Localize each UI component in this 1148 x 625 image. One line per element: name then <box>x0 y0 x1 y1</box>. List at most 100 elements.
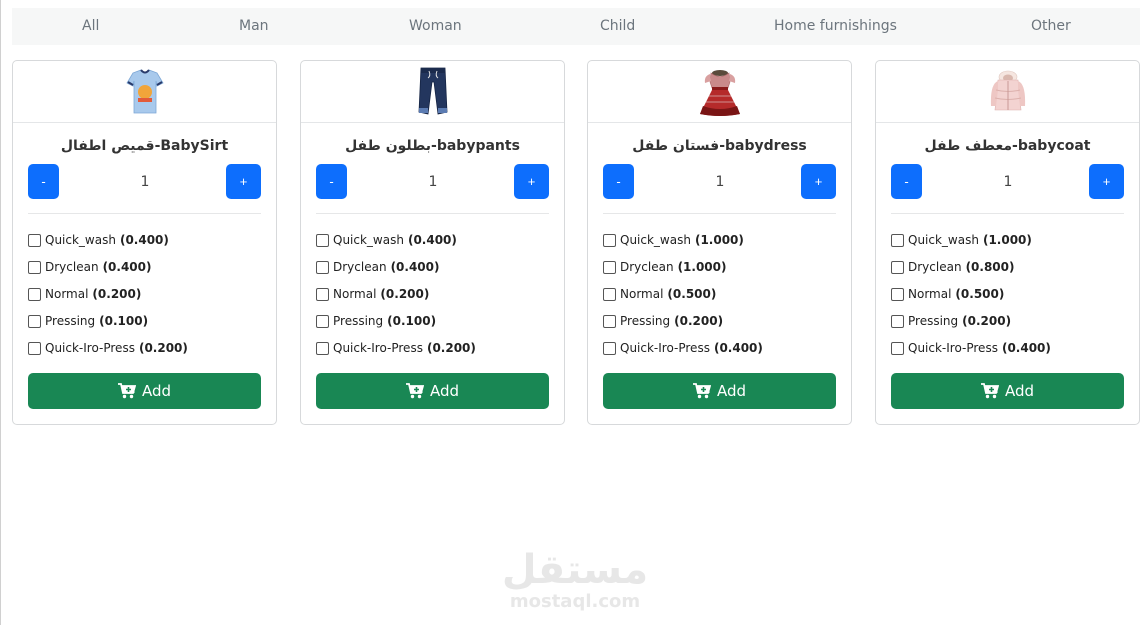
service-option-pressing[interactable]: Pressing (0.200) <box>891 314 1011 328</box>
service-option-quick-wash[interactable]: Quick_wash (1.000) <box>891 233 1032 247</box>
cart-plus-icon <box>692 383 711 399</box>
service-checkbox[interactable] <box>603 260 616 274</box>
service-label: Pressing <box>333 314 384 328</box>
service-option-normal[interactable]: Normal (0.200) <box>28 287 141 301</box>
service-price: (0.400) <box>102 260 152 274</box>
decrease-quantity-button[interactable]: - <box>316 164 347 199</box>
service-price: (0.200) <box>426 341 476 355</box>
service-checkbox[interactable] <box>603 287 616 301</box>
service-checkbox[interactable] <box>28 314 41 328</box>
decrease-quantity-button[interactable]: - <box>603 164 634 199</box>
service-option-dryclean[interactable]: Dryclean (0.400) <box>28 260 152 274</box>
service-price: (0.100) <box>387 314 437 328</box>
cart-plus-icon <box>117 383 136 399</box>
service-checkbox[interactable] <box>603 314 616 328</box>
service-label: Dryclean <box>908 260 962 274</box>
service-checkbox[interactable] <box>316 287 329 301</box>
add-to-cart-button[interactable]: Add <box>316 373 549 409</box>
divider <box>603 213 836 214</box>
product-card-babycoat: معطف طفل-babycoat - + Quick_wash(1.000) … <box>875 60 1140 425</box>
add-to-cart-button[interactable]: Add <box>603 373 836 409</box>
service-checkbox[interactable] <box>603 341 616 355</box>
add-to-cart-button[interactable]: Add <box>891 373 1124 409</box>
service-checkbox[interactable] <box>891 341 904 355</box>
service-checkbox[interactable] <box>316 233 329 247</box>
service-option-quick-wash[interactable]: Quick_wash (1.000) <box>603 233 744 247</box>
service-price: (1.000) <box>982 233 1032 247</box>
add-button-label: Add <box>1004 382 1035 400</box>
tab-home-furnishings[interactable]: Home furnishings <box>774 18 897 34</box>
service-label: Quick_wash <box>620 233 691 247</box>
quantity-input[interactable] <box>643 164 797 199</box>
service-option-pressing[interactable]: Pressing (0.100) <box>28 314 148 328</box>
service-option-pressing[interactable]: Pressing (0.100) <box>316 314 436 328</box>
service-price: (0.400) <box>1001 341 1051 355</box>
service-option-quick-wash[interactable]: Quick_wash (0.400) <box>28 233 169 247</box>
service-option-quick-iro-press[interactable]: Quick-Iro-Press (0.400) <box>891 341 1051 355</box>
service-checkbox[interactable] <box>891 260 904 274</box>
product-image <box>588 61 851 123</box>
service-option-pressing[interactable]: Pressing (0.200) <box>603 314 723 328</box>
service-option-normal[interactable]: Normal (0.500) <box>891 287 1004 301</box>
cart-plus-icon <box>980 383 999 399</box>
service-checkbox[interactable] <box>28 233 41 247</box>
increase-quantity-button[interactable]: + <box>801 164 836 199</box>
service-option-dryclean[interactable]: Dryclean (1.000) <box>603 260 727 274</box>
service-option-quick-wash[interactable]: Quick_wash (0.400) <box>316 233 457 247</box>
service-option-dryclean[interactable]: Dryclean (0.400) <box>316 260 440 274</box>
increase-quantity-button[interactable]: + <box>1089 164 1124 199</box>
quantity-input[interactable] <box>931 164 1085 199</box>
watermark-arabic: مستقل <box>501 547 649 593</box>
service-option-normal[interactable]: Normal (0.500) <box>603 287 716 301</box>
service-price: (0.400) <box>119 233 169 247</box>
service-price: (0.800) <box>965 260 1015 274</box>
increase-quantity-button[interactable]: + <box>226 164 261 199</box>
service-checkbox[interactable] <box>28 260 41 274</box>
service-price: (0.400) <box>407 233 457 247</box>
service-label: Dryclean <box>620 260 674 274</box>
tab-child[interactable]: Child <box>600 18 635 34</box>
page-edge <box>0 0 1 625</box>
tab-all[interactable]: All <box>82 18 99 34</box>
quantity-input[interactable] <box>68 164 222 199</box>
tab-other[interactable]: Other <box>1031 18 1071 34</box>
service-label: Pressing <box>45 314 96 328</box>
tab-woman[interactable]: Woman <box>409 18 462 34</box>
dress-icon <box>699 69 740 116</box>
service-checkbox[interactable] <box>603 233 616 247</box>
service-price: (0.100) <box>99 314 149 328</box>
service-checkbox[interactable] <box>316 260 329 274</box>
increase-quantity-button[interactable]: + <box>514 164 549 199</box>
service-option-quick-iro-press[interactable]: Quick-Iro-Press (0.400) <box>603 341 763 355</box>
decrease-quantity-button[interactable]: - <box>891 164 922 199</box>
service-option-quick-iro-press[interactable]: Quick-Iro-Press (0.200) <box>28 341 188 355</box>
decrease-quantity-button[interactable]: - <box>28 164 59 199</box>
service-checkbox[interactable] <box>891 233 904 247</box>
service-label: Dryclean <box>45 260 99 274</box>
watermark-latin: mostaql.com <box>509 591 641 612</box>
service-price: (0.500) <box>955 287 1005 301</box>
service-checkbox[interactable] <box>891 287 904 301</box>
service-checkbox[interactable] <box>316 314 329 328</box>
service-price: (0.200) <box>380 287 430 301</box>
add-button-label: Add <box>429 382 460 400</box>
service-option-normal[interactable]: Normal (0.200) <box>316 287 429 301</box>
service-label: Pressing <box>908 314 959 328</box>
service-checkbox[interactable] <box>28 341 41 355</box>
add-to-cart-button[interactable]: Add <box>28 373 261 409</box>
tab-man[interactable]: Man <box>239 18 269 34</box>
add-button-label: Add <box>716 382 747 400</box>
service-checkbox[interactable] <box>28 287 41 301</box>
service-label: Normal <box>45 287 89 301</box>
quantity-input[interactable] <box>356 164 510 199</box>
service-checkbox[interactable] <box>316 341 329 355</box>
cart-plus-icon <box>405 383 424 399</box>
product-title: قميص اطفال-BabySirt <box>60 138 229 154</box>
service-option-dryclean[interactable]: Dryclean (0.800) <box>891 260 1015 274</box>
service-option-quick-iro-press[interactable]: Quick-Iro-Press (0.200) <box>316 341 476 355</box>
service-checkbox[interactable] <box>891 314 904 328</box>
product-title: بطلون طفل-babypants <box>345 138 520 154</box>
tshirt-icon <box>125 68 164 113</box>
service-price: (0.200) <box>962 314 1012 328</box>
service-price: (0.200) <box>92 287 142 301</box>
